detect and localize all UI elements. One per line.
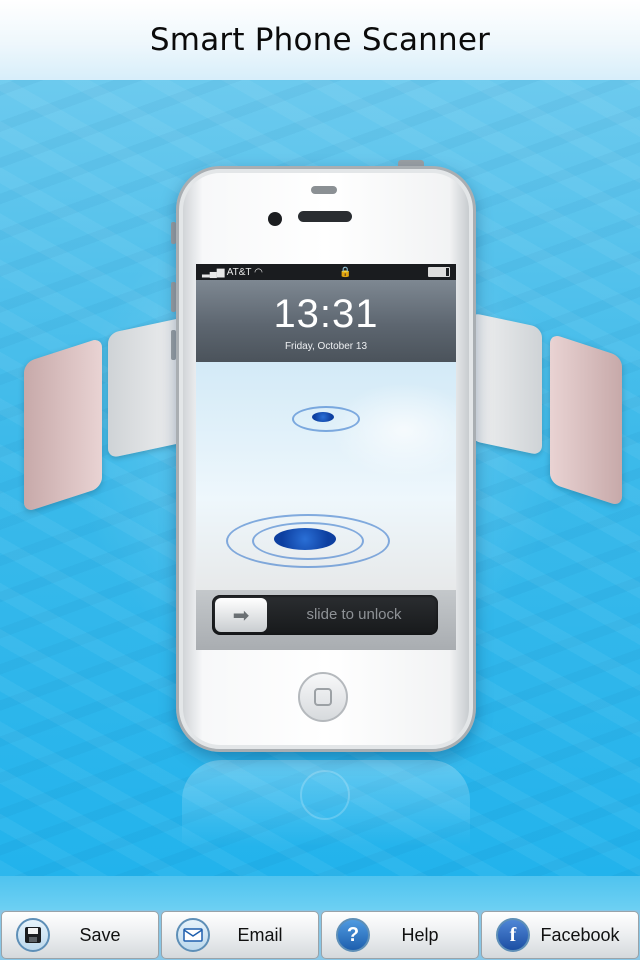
home-button-reflection: [300, 770, 350, 820]
app-title: Smart Phone Scanner: [149, 22, 491, 58]
footer-strip: [0, 876, 640, 910]
right-inner-panel: [470, 312, 542, 456]
facebook-icon: f: [496, 918, 530, 952]
save-label: Save: [79, 924, 121, 945]
lock-clock-band: 13:31 Friday, October 13: [196, 280, 456, 363]
save-icon: [16, 918, 50, 952]
email-label: Email: [237, 924, 283, 945]
drop-large-core: [274, 528, 336, 550]
home-square-icon: [314, 688, 332, 706]
phone-home-button: [298, 672, 348, 722]
earpiece-speaker: [298, 211, 352, 222]
lock-time: 13:31: [273, 292, 379, 336]
help-button[interactable]: ? Help: [321, 911, 479, 959]
unlock-bar: ➡ slide to unlock: [196, 590, 456, 650]
arrow-right-icon: ➡: [232, 604, 250, 627]
front-camera: [268, 212, 282, 226]
signal-icon: ▂▄▆: [202, 266, 225, 278]
right-outer-panel: [550, 333, 622, 507]
wifi-icon: ◠: [254, 266, 263, 278]
unlock-slider-knob[interactable]: ➡: [215, 598, 267, 632]
email-button[interactable]: Email: [161, 911, 319, 959]
facebook-label: Facebook: [540, 924, 620, 945]
water-drop-wallpaper: [196, 362, 456, 590]
lock-date: Friday, October 13: [284, 341, 368, 352]
battery-icon: [428, 267, 450, 277]
left-outer-panel: [24, 337, 102, 513]
phone-screen: ▂▄▆ AT&T ◠ 🔒 13:31 Friday, October 13 ➡ …: [196, 264, 456, 650]
unlock-hint: slide to unlock: [306, 606, 402, 623]
help-label: Help: [401, 924, 439, 945]
signal-carrier: ▂▄▆ AT&T ◠: [202, 267, 263, 278]
carrier-label: AT&T: [226, 266, 252, 278]
lock-icon: 🔒: [339, 266, 352, 278]
help-icon: ?: [336, 918, 370, 952]
proximity-sensor: [311, 186, 337, 194]
status-bar: ▂▄▆ AT&T ◠ 🔒: [196, 264, 456, 280]
email-icon: [176, 918, 210, 952]
bottom-toolbar: Save Email ? Help f Facebook: [0, 910, 640, 960]
unlock-slider-track[interactable]: ➡ slide to unlock: [212, 595, 438, 635]
app-header: Smart Phone Scanner: [0, 0, 640, 82]
facebook-button[interactable]: f Facebook: [481, 911, 639, 959]
save-button[interactable]: Save: [1, 911, 159, 959]
drop-small-core: [312, 412, 334, 422]
